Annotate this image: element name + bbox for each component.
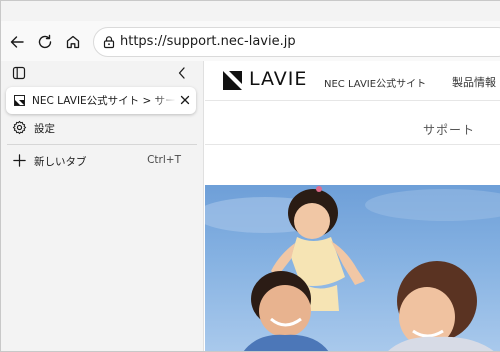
gear-icon (12, 120, 27, 135)
url-text[interactable]: https://support.nec-lavie.jp (120, 34, 296, 49)
nav-link-products[interactable]: 製品情報 (452, 74, 496, 90)
plus-icon (13, 154, 26, 167)
shortcut-hint: Ctrl+T (147, 154, 181, 166)
nav-link-support[interactable]: サポート (423, 121, 475, 138)
address-bar[interactable]: https://support.nec-lavie.jp (93, 27, 500, 57)
web-content: LAVIE NEC LAVIE公式サイト 製品情報 サポート (205, 61, 500, 352)
lavie-logo-icon (15, 100, 24, 105)
sub-nav: サポート (205, 101, 500, 145)
back-arrow-icon (10, 36, 24, 48)
refresh-icon (38, 34, 52, 49)
close-icon[interactable] (179, 94, 191, 106)
hero-image (205, 185, 500, 352)
lock-icon[interactable] (102, 35, 116, 49)
title-bar (1, 1, 500, 21)
divider (7, 144, 197, 145)
browser-toolbar: https://support.nec-lavie.jp (1, 21, 500, 61)
back-button[interactable] (4, 29, 30, 55)
sidebar-item-new-tab[interactable]: 新しいタブ Ctrl+T (1, 149, 203, 173)
hero-photo-family (205, 186, 500, 352)
tab-actions-panel-icon[interactable] (12, 66, 26, 80)
sidebar-item-label: 設定 (34, 123, 55, 135)
chevron-left-icon[interactable] (175, 65, 189, 81)
sidebar-item-settings[interactable]: 設定 (1, 116, 203, 140)
lavie-logo-icon[interactable] (223, 71, 242, 90)
sidebar-item-label: 新しいタブ (34, 156, 87, 168)
home-icon (66, 35, 80, 49)
vertical-tabs-sidebar: NEC LAVIE公式サイト > サービス&サ 設定 新しいタブ Ctrl+T (1, 61, 204, 352)
site-name: NEC LAVIE公式サイト (324, 79, 427, 90)
tab-title: NEC LAVIE公式サイト > サービス&サ (32, 95, 176, 107)
active-tab[interactable]: NEC LAVIE公式サイト > サービス&サ (6, 87, 196, 114)
lavie-logo-graphic (223, 71, 242, 90)
site-header: LAVIE NEC LAVIE公式サイト 製品情報 (205, 61, 500, 101)
home-button[interactable] (60, 29, 86, 55)
logo-text[interactable]: LAVIE (249, 68, 307, 90)
lavie-favicon (14, 95, 25, 106)
refresh-button[interactable] (32, 29, 58, 55)
